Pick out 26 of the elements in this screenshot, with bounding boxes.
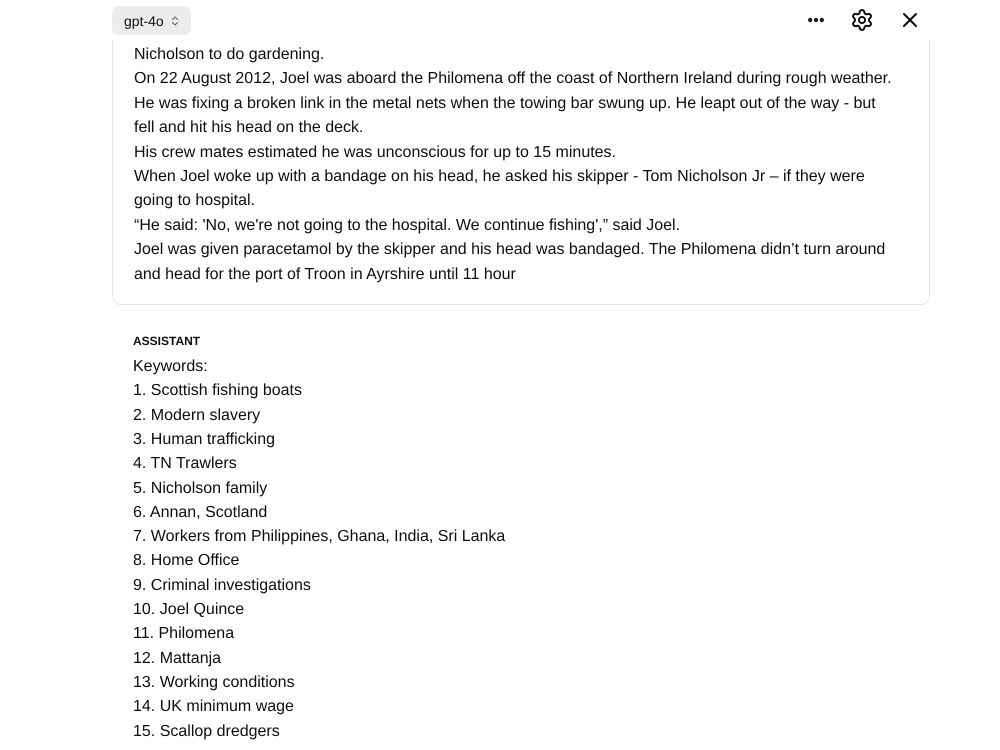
- role-label: ASSISTANT: [133, 333, 200, 350]
- message-paragraph: His crew mates estimated he was unconscious for up to 15 minutes.: [134, 142, 617, 163]
- keyword-item: 8. Home Office: [133, 551, 240, 572]
- keyword-item: 6. Annan, Scotland: [133, 502, 268, 523]
- keyword-item: 11. Philomena: [133, 624, 234, 644]
- keyword-item: 2. Modern slavery: [133, 406, 260, 426]
- message-paragraph: On 22 August 2012, Joel was aboard the Philomena off the coast of Northern Ireland during rough weather.: [134, 69, 893, 90]
- message-paragraph: Joel was given paracetamol by the skipper and his head was bandaged. The Philomena didn’t turn around and head for the port of Troon in Ayrshire until 11 hour: [134, 240, 886, 285]
- keyword-item: 12. Mattanja: [133, 648, 222, 669]
- keyword-item: 13. Working conditions: [133, 672, 295, 693]
- message-paragraph: Nicholson to do gardening.: [134, 45, 326, 65]
- message-paragraph: “He said: 'No, we're not going to the hospital. We continue fishing',” said Joel.: [134, 216, 682, 236]
- keyword-item: 9. Criminal investigations: [133, 576, 311, 596]
- message-paragraph: He was fixing a broken link in the metal nets when the towing bar swung up. He leapt out of the way - but fell and hit his head on the deck.: [134, 94, 877, 138]
- keyword-item: 7. Workers from Philippines, Ghana, India, Sri Lanka: [133, 527, 506, 548]
- model-selector[interactable]: gpt-4o: [112, 6, 191, 35]
- keyword-item: 4. TN Trawlers: [133, 454, 237, 474]
- keyword-item: 3. Human trafficking: [133, 430, 275, 450]
- keyword-item: 10. Joel Quince: [133, 600, 244, 620]
- keyword-item: 5. Nicholson family: [133, 478, 268, 499]
- keyword-item: 1. Scottish fishing boats: [133, 381, 302, 402]
- settings-icon[interactable]: [850, 8, 874, 32]
- keyword-item: 14. UK minimum wage: [133, 697, 294, 718]
- keyword-item: 15. Scallop dredgers: [133, 722, 280, 742]
- intro-text: Keywords:: [133, 357, 208, 378]
- message-paragraph: When Joel woke up with a bandage on his head, he asked his skipper - Tom Nicholson Jr – if they were going to hospital.: [134, 167, 866, 212]
